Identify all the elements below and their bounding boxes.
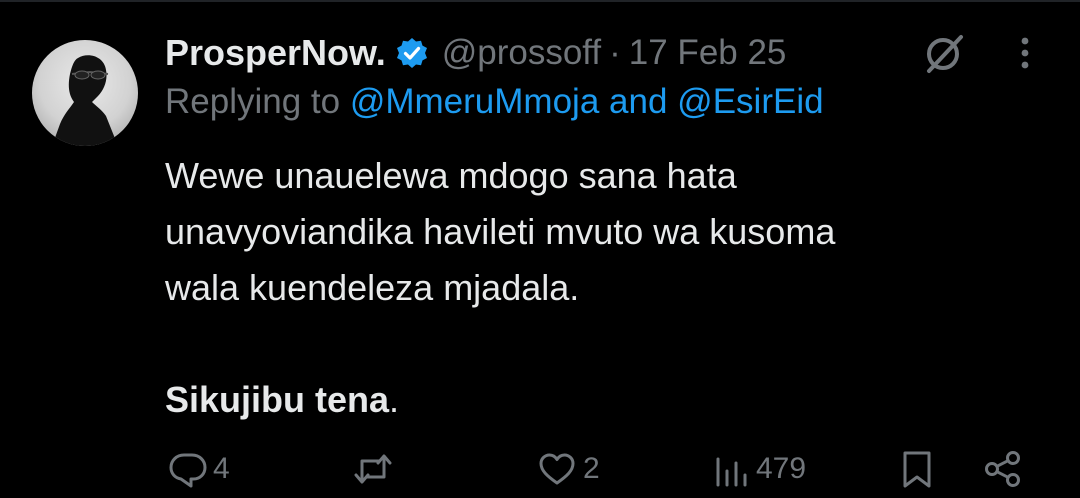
reply-count: 4 (213, 452, 230, 485)
repost-button[interactable] (353, 441, 398, 497)
bold-text: Sikujibu tena (165, 379, 390, 420)
display-name[interactable]: ProsperNow. (165, 32, 386, 74)
bookmark-button[interactable] (897, 441, 937, 497)
separator-dot: · (609, 33, 621, 72)
replying-to: Replying to @MmeruMmoja and @EsirEid (165, 82, 824, 122)
reply-button[interactable]: 4 (168, 441, 230, 497)
tweet-text-line: wala kuendeleza mjadala. (165, 267, 580, 308)
tweet-text-line-bold: Sikujibu tena. (165, 372, 1025, 428)
action-bar: 4 2 479 (165, 441, 1065, 497)
verified-badge-icon[interactable] (396, 37, 428, 69)
heart-icon (537, 449, 577, 489)
tweet-text: Wewe unauelewa mdogo sana hata unavyovia… (165, 148, 1025, 428)
views-count: 479 (756, 452, 807, 485)
share-button[interactable] (983, 441, 1023, 497)
share-icon (983, 449, 1023, 489)
like-count: 2 (583, 452, 600, 485)
bold-text-suffix: . (389, 379, 400, 420)
avatar-portrait (52, 55, 118, 146)
repost-icon (353, 449, 393, 489)
tweet-text-line: Wewe unauelewa mdogo sana hata (165, 155, 737, 196)
mention-link[interactable]: @EsirEid (677, 82, 823, 121)
tweet-header: ProsperNow. @prossoff · 17 Feb 25 (165, 28, 786, 78)
views-icon (712, 449, 752, 489)
tweet-date[interactable]: 17 Feb 25 (629, 33, 787, 73)
mention-joiner[interactable]: and (609, 82, 667, 121)
tweet-text-line: unavyoviandika havileti mvuto wa kusoma (165, 211, 836, 252)
more-dots-icon[interactable] (1015, 36, 1035, 72)
top-divider (0, 0, 1080, 2)
reply-icon (168, 449, 208, 489)
grok-icon[interactable] (921, 29, 969, 77)
replying-to-label: Replying to (165, 82, 341, 121)
like-button[interactable]: 2 (537, 441, 600, 497)
mention-link[interactable]: @MmeruMmoja (350, 82, 599, 121)
bookmark-icon (897, 449, 937, 489)
views-button[interactable]: 479 (712, 441, 806, 497)
user-handle[interactable]: @prossoff (442, 33, 601, 73)
avatar[interactable] (32, 40, 138, 146)
